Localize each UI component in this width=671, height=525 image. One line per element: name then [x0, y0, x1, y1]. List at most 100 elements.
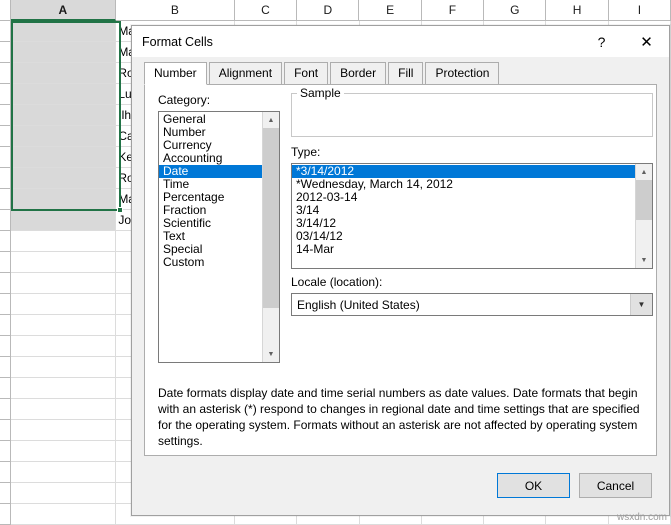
row-header[interactable] — [0, 42, 11, 63]
cell-a12[interactable] — [11, 252, 116, 273]
type-scrollbar[interactable]: ▲ ▼ — [635, 164, 652, 268]
row-header[interactable] — [0, 420, 11, 441]
cell-a15[interactable] — [11, 315, 116, 336]
locale-label: Locale (location): — [291, 275, 382, 289]
column-header-g[interactable]: G — [484, 0, 546, 21]
column-header-b[interactable]: B — [116, 0, 235, 21]
cell-a10[interactable] — [11, 210, 116, 231]
row-header[interactable] — [0, 210, 11, 231]
type-item-3[interactable]: 3/14 — [292, 204, 635, 217]
select-all-corner[interactable] — [0, 0, 11, 21]
locale-combobox[interactable]: English (United States) ▼ — [291, 293, 653, 316]
row-header[interactable] — [0, 378, 11, 399]
row-header[interactable] — [0, 336, 11, 357]
row-header[interactable] — [0, 21, 11, 42]
row-header[interactable] — [0, 126, 11, 147]
row-header[interactable] — [0, 399, 11, 420]
column-header-i[interactable]: I — [609, 0, 671, 21]
column-header-c[interactable]: C — [235, 0, 297, 21]
row-header[interactable] — [0, 441, 11, 462]
cell-a5[interactable] — [11, 105, 116, 126]
cell-a23[interactable] — [11, 483, 116, 504]
cell-a22[interactable] — [11, 462, 116, 483]
row-header[interactable] — [0, 147, 11, 168]
row-header[interactable] — [0, 357, 11, 378]
chevron-down-icon[interactable]: ▼ — [630, 294, 652, 315]
help-icon[interactable]: ? — [579, 26, 624, 57]
row-header[interactable] — [0, 105, 11, 126]
row-header[interactable] — [0, 84, 11, 105]
dialog-titlebar[interactable]: Format Cells ? ✕ — [132, 26, 669, 57]
scroll-down-icon[interactable]: ▼ — [263, 346, 279, 362]
row-header[interactable] — [0, 63, 11, 84]
type-item-5[interactable]: 03/14/12 — [292, 230, 635, 243]
column-header-e[interactable]: E — [359, 0, 421, 21]
scroll-down-icon[interactable]: ▼ — [636, 252, 652, 268]
cell-a8[interactable] — [11, 168, 116, 189]
tab-protection[interactable]: Protection — [425, 62, 499, 85]
cell-a20[interactable] — [11, 420, 116, 441]
cell-a7[interactable] — [11, 147, 116, 168]
scroll-up-icon[interactable]: ▲ — [263, 112, 279, 128]
cell-a1[interactable] — [11, 21, 116, 42]
cancel-button[interactable]: Cancel — [579, 473, 652, 498]
cell-a24[interactable] — [11, 504, 116, 525]
cell-a21[interactable] — [11, 441, 116, 462]
cell-a17[interactable] — [11, 357, 116, 378]
category-listbox[interactable]: General Number Currency Accounting Date … — [158, 111, 280, 363]
cell-a11[interactable] — [11, 231, 116, 252]
row-header[interactable] — [0, 504, 11, 525]
number-tab-panel: Category: General Number Currency Accoun… — [144, 84, 657, 456]
cell-a9[interactable] — [11, 189, 116, 210]
cell-a3[interactable] — [11, 63, 116, 84]
type-item-6[interactable]: 14-Mar — [292, 243, 635, 256]
cell-a16[interactable] — [11, 336, 116, 357]
row-header[interactable] — [0, 168, 11, 189]
cell-a4[interactable] — [11, 84, 116, 105]
tab-alignment[interactable]: Alignment — [209, 62, 282, 85]
column-header-h[interactable]: H — [546, 0, 608, 21]
row-header[interactable] — [0, 273, 11, 294]
type-item-2[interactable]: 2012-03-14 — [292, 191, 635, 204]
row-header-column — [0, 21, 11, 525]
row-header[interactable] — [0, 315, 11, 336]
column-header-f[interactable]: F — [422, 0, 484, 21]
row-header[interactable] — [0, 483, 11, 504]
selection-fill-handle[interactable] — [117, 207, 123, 213]
type-label: Type: — [291, 145, 320, 159]
row-header[interactable] — [0, 462, 11, 483]
row-header[interactable] — [0, 294, 11, 315]
locale-selected-value: English (United States) — [292, 298, 630, 312]
tab-strip: Number Alignment Font Border Fill Protec… — [144, 62, 669, 85]
ok-button[interactable]: OK — [497, 473, 570, 498]
scroll-up-icon[interactable]: ▲ — [636, 164, 652, 180]
sample-groupbox — [291, 93, 653, 137]
cell-a18[interactable] — [11, 378, 116, 399]
format-description: Date formats display date and time seria… — [158, 385, 653, 449]
scroll-thumb[interactable] — [263, 128, 279, 308]
tab-font[interactable]: Font — [284, 62, 328, 85]
cell-a19[interactable] — [11, 399, 116, 420]
type-items: *3/14/2012 *Wednesday, March 14, 2012 20… — [292, 164, 635, 268]
row-header[interactable] — [0, 252, 11, 273]
tab-number[interactable]: Number — [144, 62, 207, 85]
tab-fill[interactable]: Fill — [388, 62, 423, 85]
close-icon[interactable]: ✕ — [624, 26, 669, 57]
scroll-thumb[interactable] — [636, 180, 652, 220]
category-label: Category: — [158, 93, 210, 107]
tab-border[interactable]: Border — [330, 62, 386, 85]
cell-a13[interactable] — [11, 273, 116, 294]
category-scrollbar[interactable]: ▲ ▼ — [262, 112, 279, 362]
cell-a14[interactable] — [11, 294, 116, 315]
type-item-4[interactable]: 3/14/12 — [292, 217, 635, 230]
dialog-window-buttons: ? ✕ — [579, 26, 669, 57]
column-header-d[interactable]: D — [297, 0, 359, 21]
cell-a6[interactable] — [11, 126, 116, 147]
column-header-a[interactable]: A — [11, 0, 116, 21]
cell-a2[interactable] — [11, 42, 116, 63]
type-listbox[interactable]: *3/14/2012 *Wednesday, March 14, 2012 20… — [291, 163, 653, 269]
category-item-custom[interactable]: Custom — [159, 256, 262, 269]
row-header[interactable] — [0, 231, 11, 252]
dialog-footer: OK Cancel — [132, 459, 669, 515]
row-header[interactable] — [0, 189, 11, 210]
